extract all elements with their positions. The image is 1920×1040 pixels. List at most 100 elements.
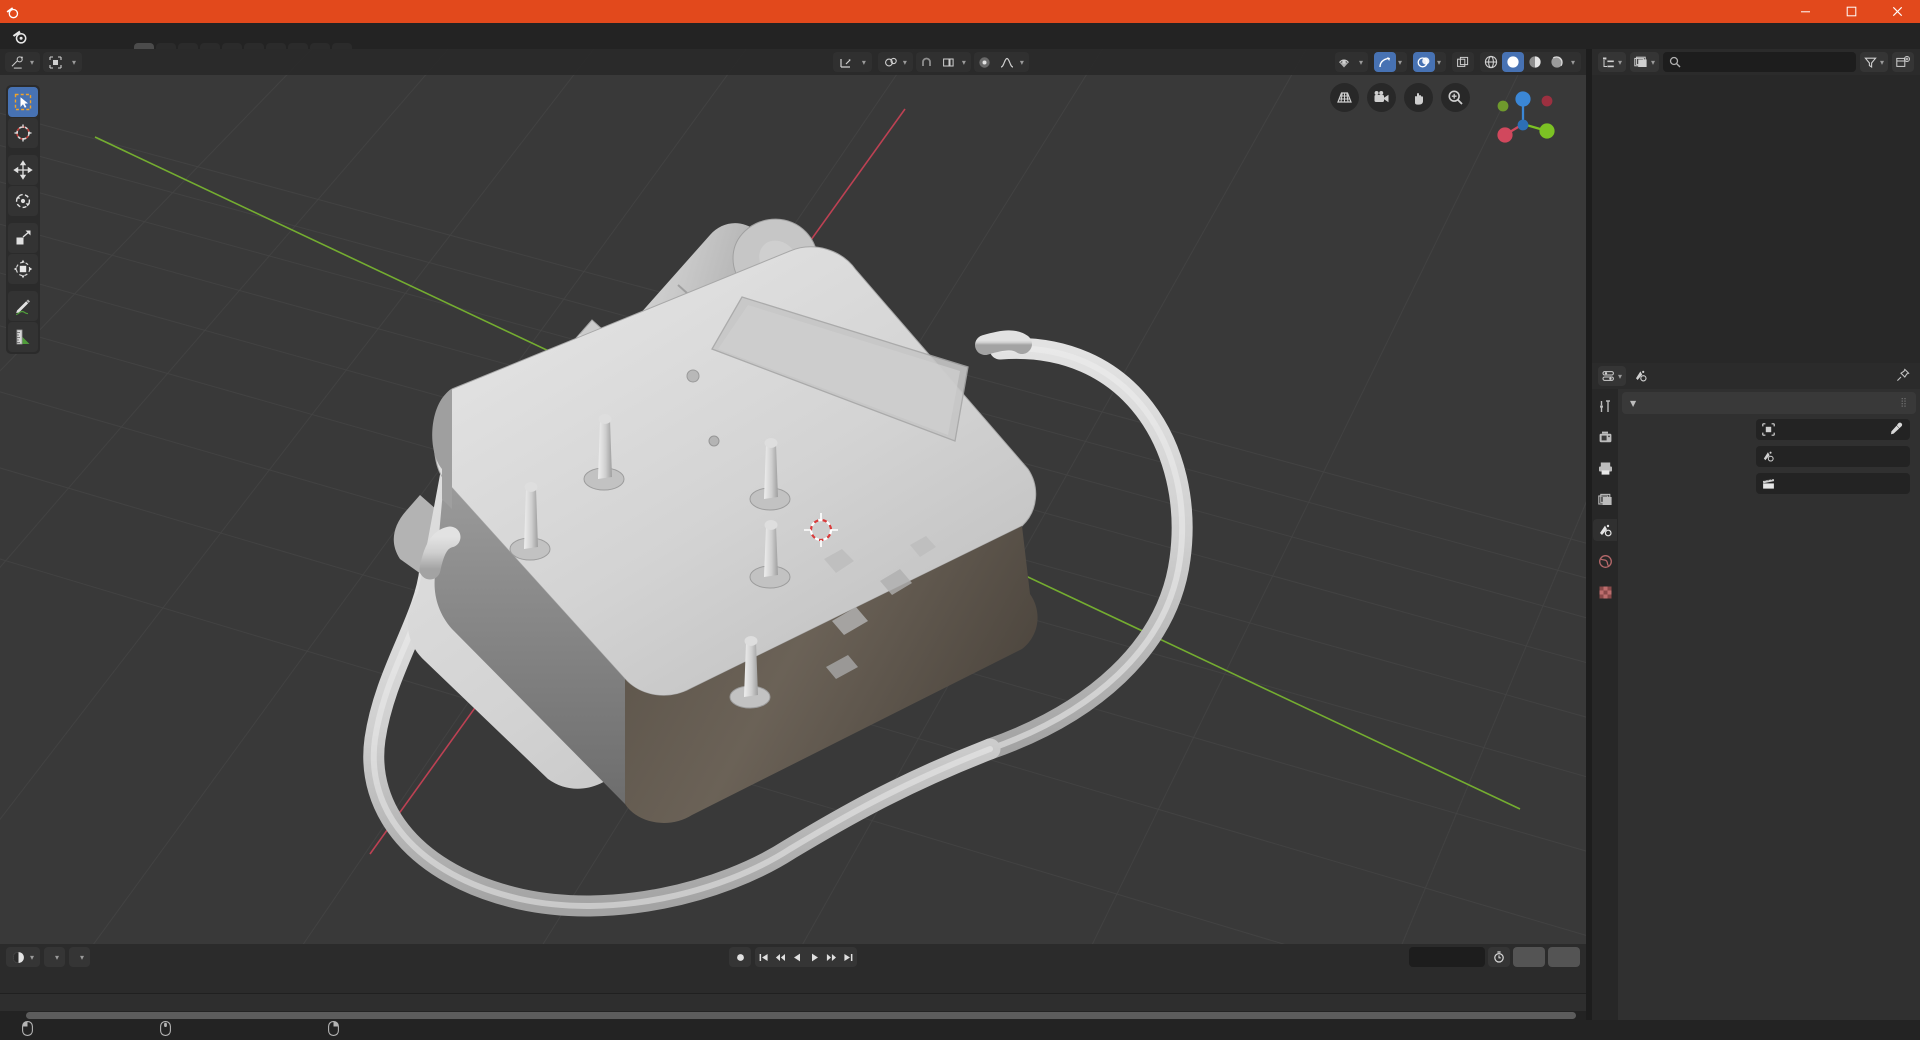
snap-type-icon[interactable] — [938, 52, 960, 72]
auto-keying-button[interactable] — [729, 947, 751, 967]
toggle-camera-grid-icon[interactable] — [1330, 83, 1359, 112]
timeline-track-area[interactable] — [0, 994, 1586, 1012]
tool-cursor[interactable] — [8, 118, 38, 148]
maximize-button[interactable] — [1828, 0, 1874, 23]
timeline-scrollbar[interactable] — [0, 1011, 1586, 1020]
menu-help[interactable] — [104, 33, 122, 39]
timeline-editor[interactable]: ▾ ▾ ▾ — [0, 944, 1586, 1020]
active-movie-clip-field[interactable] — [1756, 473, 1910, 494]
outliner-filter-button[interactable]: ▾ — [1859, 52, 1888, 72]
blender-window: ▾ ▾ ▾ ▾ ▾ ▾ ▾ ▾ ▾ ▾ ▾ ▾ ▾ ▾ ▾ ▾ ▾ ▼ ⣿ — [0, 0, 1920, 1040]
blender-logo-icon[interactable] — [6, 23, 32, 49]
chevron-down-icon[interactable]: ▾ — [1396, 58, 1407, 67]
playback-menu[interactable]: ▾ — [44, 947, 66, 967]
jump-to-start-button[interactable] — [755, 947, 772, 967]
menu-render[interactable] — [68, 33, 86, 39]
viewport-3d[interactable]: ▾ ▾ ▾ ▾ ▾ ▾ ▾ ▾ ▾ ▾ — [0, 49, 1586, 944]
start-frame-field[interactable] — [1513, 947, 1545, 967]
chevron-down-icon[interactable]: ▾ — [960, 58, 971, 67]
properties-tab-texture[interactable] — [1593, 581, 1617, 603]
keying-menu[interactable]: ▾ — [69, 947, 91, 967]
object-visibility-icon[interactable] — [1335, 52, 1357, 72]
tool-scale[interactable] — [8, 223, 38, 253]
status-center-view-action — [160, 1021, 178, 1039]
background-scene-field[interactable] — [1756, 446, 1910, 467]
shading-material-icon[interactable] — [1524, 52, 1546, 72]
properties-tab-scene[interactable] — [1593, 519, 1617, 541]
properties-editor[interactable]: ▾ ▼ ⣿ — [1592, 363, 1920, 1020]
object-mode-selector[interactable]: ▾ — [43, 52, 83, 72]
menu-window[interactable] — [86, 33, 104, 39]
chevron-down-icon[interactable]: ▾ — [1435, 58, 1446, 67]
scene-icon — [1762, 450, 1775, 463]
tool-rotate[interactable] — [8, 186, 38, 216]
shading-rendered-icon[interactable] — [1546, 52, 1568, 72]
menu-file[interactable] — [32, 33, 50, 39]
properties-tab-world[interactable] — [1593, 550, 1617, 572]
pan-view-icon[interactable] — [1404, 83, 1433, 112]
timeline-menu-marker[interactable] — [114, 954, 130, 960]
timeline-ruler[interactable] — [0, 970, 1586, 994]
gizmo-neg-y — [1497, 100, 1509, 112]
show-gizmo-icon[interactable] — [1373, 52, 1396, 72]
menu-edit[interactable] — [50, 33, 68, 39]
play-reverse-button[interactable] — [789, 947, 806, 967]
editor-type-selector[interactable]: ▾ — [5, 52, 41, 72]
outliner-display-mode[interactable]: ▾ — [1630, 52, 1660, 72]
properties-editor-type[interactable]: ▾ — [1598, 366, 1627, 386]
tool-tweak-select[interactable] — [8, 87, 38, 117]
tool-measure[interactable] — [8, 322, 38, 352]
properties-tab-viewlayer[interactable] — [1593, 488, 1617, 510]
close-button[interactable] — [1874, 0, 1920, 23]
scene-panel-header[interactable]: ▼ ⣿ — [1622, 392, 1916, 414]
viewport-menu-select[interactable] — [104, 59, 120, 65]
jump-to-prev-keyframe-button[interactable] — [772, 947, 789, 967]
use-preview-range-button[interactable] — [1488, 947, 1510, 967]
outliner-search-input[interactable] — [1663, 52, 1856, 72]
jump-to-end-button[interactable] — [840, 947, 857, 967]
chevron-down-icon: ▾ — [902, 57, 907, 67]
viewport-menu-view[interactable] — [85, 59, 101, 65]
minimize-button[interactable] — [1782, 0, 1828, 23]
pin-id-icon[interactable] — [1896, 367, 1910, 386]
outliner-editor-type[interactable]: ▾ — [1598, 52, 1627, 72]
chevron-down-icon[interactable]: ▾ — [1018, 58, 1029, 67]
jump-to-next-keyframe-button[interactable] — [823, 947, 840, 967]
viewport-canvas[interactable] — [0, 49, 1586, 944]
outliner-editor[interactable]: ▾ ▾ ▾ — [1592, 49, 1920, 363]
tool-annotate[interactable] — [8, 291, 38, 321]
timeline-menu-view[interactable] — [94, 954, 110, 960]
chevron-down-icon[interactable]: ▾ — [1357, 58, 1368, 67]
new-collection-button[interactable] — [1892, 52, 1914, 72]
shading-solid-icon[interactable] — [1501, 52, 1524, 72]
tool-move[interactable] — [8, 155, 38, 185]
camera-field[interactable] — [1756, 419, 1910, 440]
properties-tab-render[interactable] — [1593, 426, 1617, 448]
shading-wireframe-icon[interactable] — [1480, 52, 1502, 72]
eyedropper-icon[interactable] — [1890, 420, 1903, 439]
properties-tab-tool[interactable] — [1593, 395, 1617, 417]
show-overlays-icon[interactable] — [1412, 52, 1435, 72]
zoom-view-icon[interactable] — [1441, 83, 1470, 112]
chevron-down-icon[interactable]: ▾ — [1568, 58, 1581, 67]
play-button[interactable] — [806, 947, 823, 967]
properties-tab-output[interactable] — [1593, 457, 1617, 479]
viewport-menu-add[interactable] — [123, 59, 139, 65]
gizmo-z-positive — [1515, 91, 1531, 107]
navigation-gizmo[interactable] — [1478, 79, 1568, 169]
current-frame-field[interactable] — [1409, 947, 1485, 967]
timeline-editor-type[interactable]: ▾ — [6, 947, 41, 967]
end-frame-field[interactable] — [1548, 947, 1580, 967]
proportional-edit-icon[interactable] — [974, 52, 996, 72]
snap-magnet-icon[interactable] — [916, 52, 938, 72]
properties-header: ▾ — [1592, 363, 1920, 389]
tool-transform[interactable] — [8, 254, 38, 284]
viewport-header: ▾ ▾ ▾ ▾ ▾ ▾ ▾ ▾ ▾ ▾ — [0, 49, 1586, 75]
snap-pivot-selector[interactable]: ▾ — [877, 52, 913, 72]
background-scene-row — [1622, 444, 1916, 469]
xray-icon[interactable] — [1452, 52, 1474, 72]
falloff-curve-icon[interactable] — [996, 52, 1018, 72]
transform-orientation-selector[interactable]: ▾ — [832, 52, 872, 72]
camera-view-icon[interactable] — [1367, 83, 1396, 112]
viewport-menu-object[interactable] — [142, 59, 158, 65]
